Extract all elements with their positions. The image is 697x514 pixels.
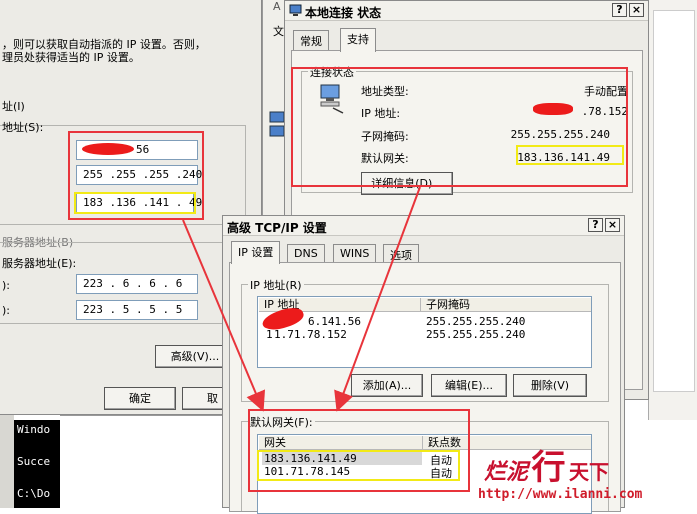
ip-row-1-mask: 255.255.255.240: [426, 315, 526, 328]
redaction-scribble-left-ip: [82, 143, 134, 155]
tcpip-dialog-title: 高级 TCP/IP 设置: [227, 221, 327, 235]
description-line-2: 理员处获得适当的 IP 设置。: [2, 51, 140, 64]
alternate-dns-label: ):: [2, 304, 10, 317]
console-window: Windo Succe C:\Do: [14, 420, 60, 508]
details-button[interactable]: 详细信息(D)...: [361, 172, 453, 195]
ok-button[interactable]: 确定: [104, 387, 176, 410]
background-a-label: A: [273, 0, 281, 13]
tab-support[interactable]: 支持: [340, 28, 376, 52]
use-following-ip-radio-label[interactable]: 址(I): [2, 98, 25, 114]
watermark-brand-part-1: 烂泥: [484, 459, 529, 485]
delete-ip-button[interactable]: 删除(V): [513, 374, 587, 397]
col-subnet-mask[interactable]: 子网掩码: [421, 298, 591, 312]
tab-wins[interactable]: WINS: [333, 244, 377, 263]
tcpip-help-button[interactable]: ?: [588, 218, 603, 232]
ip-row-2-mask: 255.255.255.240: [426, 328, 526, 341]
watermark-brand-part-2: 行: [531, 448, 566, 488]
alternate-dns-input[interactable]: 223 . 5 . 5 . 5: [76, 300, 198, 320]
default-gateway-label: 默认网关:: [361, 152, 409, 165]
status-close-button[interactable]: ×: [629, 3, 644, 17]
tcpip-close-button[interactable]: ×: [605, 218, 620, 232]
ip-row-2-prefix: 1: [266, 328, 273, 341]
add-ip-button[interactable]: 添加(A)...: [351, 374, 423, 397]
status-titlebar: 本地连接 状态 ? ×: [285, 1, 648, 21]
console-line-1: Windo: [17, 423, 51, 436]
gateway-row-2-gateway: 101.71.78.145: [264, 465, 351, 478]
ip-row-1-ip: 6.141.56: [308, 315, 361, 328]
tab-options[interactable]: 选项: [383, 244, 419, 263]
connection-status-label: 连接状态: [308, 64, 356, 80]
ip-row-2-ip: 1.71.78.152: [274, 328, 347, 341]
default-gateway-input[interactable]: 183 .136 .141 . 49: [76, 193, 202, 213]
watermark-url: http://www.ilanni.com: [478, 487, 643, 502]
background-file-label: 文: [273, 25, 284, 38]
tab-general[interactable]: 常规: [293, 30, 329, 50]
preferred-dns-input[interactable]: 223 . 6 . 6 . 6: [76, 274, 198, 294]
background-window-right: [648, 0, 697, 420]
gateway-row-1-gateway: 183.136.141.49: [264, 452, 357, 465]
default-gateway-value: 183.136.141.49: [517, 151, 610, 164]
ip-address-label: 地址(S):: [2, 121, 44, 134]
address-type-label: 地址类型:: [361, 85, 409, 98]
address-type-value: 手动配置: [584, 85, 628, 98]
edit-ip-button[interactable]: 编辑(E)...: [431, 374, 507, 397]
gateway-row-2-metric: 自动: [430, 467, 452, 480]
ip-address-list: IP 地址 子网掩码 6.141.56 255.255.255.240 1 1.…: [257, 296, 592, 368]
subnet-mask-value: 255.255.255.240: [510, 128, 610, 141]
col-gateway[interactable]: 网关: [259, 436, 423, 450]
ip-address-value: .78.152: [581, 105, 628, 118]
status-dialog-title: 本地连接 状态: [305, 6, 382, 20]
computer-network-icon: [319, 83, 347, 118]
tab-ip-settings[interactable]: IP 设置: [231, 241, 281, 264]
watermark-brand: 烂泥 行 天下: [484, 440, 609, 489]
background-left-edge: [0, 415, 14, 508]
network-connection-icon: [289, 4, 303, 20]
status-help-button[interactable]: ?: [612, 3, 627, 17]
console-line-2: Succe: [17, 455, 51, 468]
preferred-dns-label: 服务器地址(E):: [2, 257, 77, 270]
console-line-3: C:\Do: [17, 487, 51, 500]
ip-address-group-label: IP 地址(R): [248, 277, 304, 293]
preferred-dns-suffix-label: ):: [2, 279, 10, 292]
redaction-scribble-status-ip: [533, 103, 573, 115]
tab-dns[interactable]: DNS: [287, 244, 325, 263]
watermark-brand-part-3: 天下: [569, 460, 610, 484]
tcpip-titlebar: 高级 TCP/IP 设置 ? ×: [223, 216, 624, 236]
ip-address-label: IP 地址:: [361, 107, 401, 120]
subnet-mask-label: 子网掩码:: [361, 130, 409, 143]
subnet-mask-input[interactable]: 255 .255 .255 .240: [76, 165, 202, 185]
default-gateway-group-label: 默认网关(F):: [248, 414, 315, 430]
